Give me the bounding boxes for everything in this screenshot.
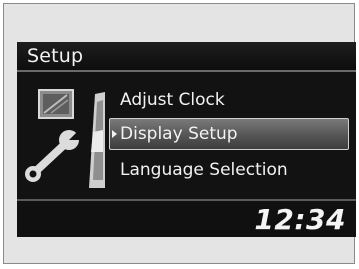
menu-item-label: Language Selection <box>120 160 288 180</box>
menu-item-label: Display Setup <box>120 124 238 144</box>
scrollbar-icon <box>89 92 105 188</box>
setup-display-icon <box>38 89 74 119</box>
screen-header: Setup <box>17 42 356 72</box>
selection-marker-icon <box>112 130 117 138</box>
clock-display: 12:34 <box>254 203 346 236</box>
setup-screen: Setup Adjust Clock Display Setup Languag… <box>17 42 356 237</box>
menu-item-language-selection[interactable]: Language Selection <box>109 154 349 186</box>
setup-illustration <box>25 89 105 188</box>
screen-title: Setup <box>27 45 84 67</box>
menu-item-display-setup[interactable]: Display Setup <box>109 118 349 150</box>
wrench-icon <box>25 126 83 182</box>
menu-item-adjust-clock[interactable]: Adjust Clock <box>109 84 349 116</box>
setup-icon-area <box>21 88 111 192</box>
menu-item-label: Adjust Clock <box>120 90 225 110</box>
page: Setup Adjust Clock Display Setup Languag… <box>0 0 359 269</box>
setup-menu: Adjust Clock Display Setup Language Sele… <box>109 78 349 196</box>
screen-footer: 12:34 <box>17 199 356 237</box>
